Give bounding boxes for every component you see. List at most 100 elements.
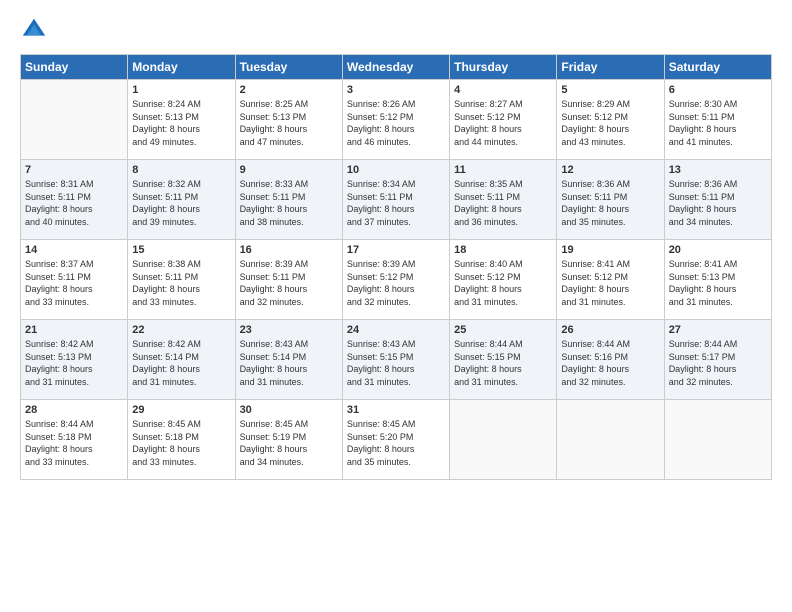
day-number: 6 [669, 84, 767, 96]
day-info: Sunrise: 8:35 AM Sunset: 5:11 PM Dayligh… [454, 178, 552, 228]
week-row-4: 21Sunrise: 8:42 AM Sunset: 5:13 PM Dayli… [21, 320, 772, 400]
day-info: Sunrise: 8:31 AM Sunset: 5:11 PM Dayligh… [25, 178, 123, 228]
day-number: 25 [454, 324, 552, 336]
calendar-cell: 25Sunrise: 8:44 AM Sunset: 5:15 PM Dayli… [450, 320, 557, 400]
calendar-cell: 19 Sunrise: 8:41 AM Sunset: 5:12 PM Dayli… [557, 240, 664, 320]
day-info: Sunrise: 8:44 AM Sunset: 5:17 PM Dayligh… [669, 338, 767, 388]
day-header-wednesday: Wednesday [342, 55, 449, 80]
day-info: Sunrise: 8:43 AM Sunset: 5:15 PM Dayligh… [347, 338, 445, 388]
calendar-cell: 28Sunrise: 8:44 AM Sunset: 5:18 PM Dayli… [21, 400, 128, 480]
calendar-cell: 27 Sunrise: 8:44 AM Sunset: 5:17 PM Dayli… [664, 320, 771, 400]
calendar-cell: 31 Sunrise: 8:45 AM Sunset: 5:20 PM Dayli… [342, 400, 449, 480]
day-number: 1 [132, 84, 230, 96]
calendar-cell: 17 Sunrise: 8:39 AM Sunset: 5:12 PM Dayli… [342, 240, 449, 320]
day-header-sunday: Sunday [21, 55, 128, 80]
calendar-cell: 4 Sunrise: 8:27 AM Sunset: 5:12 PM Daylig… [450, 80, 557, 160]
calendar-cell: 30 Sunrise: 8:45 AM Sunset: 5:19 PM Dayli… [235, 400, 342, 480]
day-number: 17 [347, 244, 445, 256]
day-info: Sunrise: 8:25 AM Sunset: 5:13 PM Dayligh… [240, 98, 338, 148]
day-info: Sunrise: 8:34 AM Sunset: 5:11 PM Dayligh… [347, 178, 445, 228]
day-info: Sunrise: 8:39 AM Sunset: 5:11 PM Dayligh… [240, 258, 338, 308]
day-info: Sunrise: 8:33 AM Sunset: 5:11 PM Dayligh… [240, 178, 338, 228]
calendar-cell [21, 80, 128, 160]
calendar-cell: 12Sunrise: 8:36 AM Sunset: 5:11 PM Dayli… [557, 160, 664, 240]
calendar-cell [450, 400, 557, 480]
calendar-cell: 14 Sunrise: 8:37 AM Sunset: 5:11 PM Dayli… [21, 240, 128, 320]
day-number: 4 [454, 84, 552, 96]
logo [20, 16, 52, 44]
day-number: 24 [347, 324, 445, 336]
day-info: Sunrise: 8:36 AM Sunset: 5:11 PM Dayligh… [669, 178, 767, 228]
day-info: Sunrise: 8:44 AM Sunset: 5:16 PM Dayligh… [561, 338, 659, 388]
day-info: Sunrise: 8:27 AM Sunset: 5:12 PM Dayligh… [454, 98, 552, 148]
calendar-cell: 8 Sunrise: 8:32 AM Sunset: 5:11 PM Daylig… [128, 160, 235, 240]
day-info: Sunrise: 8:39 AM Sunset: 5:12 PM Dayligh… [347, 258, 445, 308]
day-info: Sunrise: 8:42 AM Sunset: 5:13 PM Dayligh… [25, 338, 123, 388]
day-info: Sunrise: 8:26 AM Sunset: 5:12 PM Dayligh… [347, 98, 445, 148]
day-number: 8 [132, 164, 230, 176]
calendar-cell: 21Sunrise: 8:42 AM Sunset: 5:13 PM Dayli… [21, 320, 128, 400]
page: SundayMondayTuesdayWednesdayThursdayFrid… [0, 0, 792, 612]
day-info: Sunrise: 8:45 AM Sunset: 5:20 PM Dayligh… [347, 418, 445, 468]
day-info: Sunrise: 8:24 AM Sunset: 5:13 PM Dayligh… [132, 98, 230, 148]
week-row-2: 7 Sunrise: 8:31 AM Sunset: 5:11 PM Daylig… [21, 160, 772, 240]
calendar-cell: 18 Sunrise: 8:40 AM Sunset: 5:12 PM Dayli… [450, 240, 557, 320]
calendar-cell: 23 Sunrise: 8:43 AM Sunset: 5:14 PM Dayli… [235, 320, 342, 400]
day-number: 30 [240, 404, 338, 416]
calendar-cell: 7 Sunrise: 8:31 AM Sunset: 5:11 PM Daylig… [21, 160, 128, 240]
day-number: 11 [454, 164, 552, 176]
day-info: Sunrise: 8:44 AM Sunset: 5:18 PM Dayligh… [25, 418, 123, 468]
day-info: Sunrise: 8:41 AM Sunset: 5:12 PM Dayligh… [561, 258, 659, 308]
day-info: Sunrise: 8:30 AM Sunset: 5:11 PM Dayligh… [669, 98, 767, 148]
day-header-saturday: Saturday [664, 55, 771, 80]
calendar-cell: 3Sunrise: 8:26 AM Sunset: 5:12 PM Daylig… [342, 80, 449, 160]
day-header-thursday: Thursday [450, 55, 557, 80]
day-info: Sunrise: 8:41 AM Sunset: 5:13 PM Dayligh… [669, 258, 767, 308]
week-row-5: 28Sunrise: 8:44 AM Sunset: 5:18 PM Dayli… [21, 400, 772, 480]
day-number: 27 [669, 324, 767, 336]
calendar-cell: 24 Sunrise: 8:43 AM Sunset: 5:15 PM Dayli… [342, 320, 449, 400]
calendar-cell: 11 Sunrise: 8:35 AM Sunset: 5:11 PM Dayli… [450, 160, 557, 240]
day-number: 18 [454, 244, 552, 256]
calendar-cell: 1 Sunrise: 8:24 AM Sunset: 5:13 PM Daylig… [128, 80, 235, 160]
calendar-cell: 6 Sunrise: 8:30 AM Sunset: 5:11 PM Daylig… [664, 80, 771, 160]
day-number: 10 [347, 164, 445, 176]
day-number: 13 [669, 164, 767, 176]
calendar-cell: 9 Sunrise: 8:33 AM Sunset: 5:11 PM Daylig… [235, 160, 342, 240]
day-info: Sunrise: 8:29 AM Sunset: 5:12 PM Dayligh… [561, 98, 659, 148]
week-row-3: 14 Sunrise: 8:37 AM Sunset: 5:11 PM Dayli… [21, 240, 772, 320]
calendar-cell: 15 Sunrise: 8:38 AM Sunset: 5:11 PM Dayli… [128, 240, 235, 320]
day-number: 19 [561, 244, 659, 256]
day-number: 15 [132, 244, 230, 256]
day-info: Sunrise: 8:37 AM Sunset: 5:11 PM Dayligh… [25, 258, 123, 308]
day-header-friday: Friday [557, 55, 664, 80]
calendar-cell: 5 Sunrise: 8:29 AM Sunset: 5:12 PM Daylig… [557, 80, 664, 160]
calendar: SundayMondayTuesdayWednesdayThursdayFrid… [20, 54, 772, 480]
calendar-cell: 26Sunrise: 8:44 AM Sunset: 5:16 PM Dayli… [557, 320, 664, 400]
day-number: 16 [240, 244, 338, 256]
day-info: Sunrise: 8:42 AM Sunset: 5:14 PM Dayligh… [132, 338, 230, 388]
day-header-tuesday: Tuesday [235, 55, 342, 80]
calendar-cell: 20 Sunrise: 8:41 AM Sunset: 5:13 PM Dayli… [664, 240, 771, 320]
day-info: Sunrise: 8:45 AM Sunset: 5:19 PM Dayligh… [240, 418, 338, 468]
day-number: 20 [669, 244, 767, 256]
day-number: 12 [561, 164, 659, 176]
day-number: 14 [25, 244, 123, 256]
day-info: Sunrise: 8:32 AM Sunset: 5:11 PM Dayligh… [132, 178, 230, 228]
day-number: 29 [132, 404, 230, 416]
calendar-cell [557, 400, 664, 480]
day-number: 5 [561, 84, 659, 96]
day-number: 7 [25, 164, 123, 176]
day-number: 9 [240, 164, 338, 176]
calendar-cell: 22Sunrise: 8:42 AM Sunset: 5:14 PM Dayli… [128, 320, 235, 400]
day-info: Sunrise: 8:43 AM Sunset: 5:14 PM Dayligh… [240, 338, 338, 388]
day-info: Sunrise: 8:38 AM Sunset: 5:11 PM Dayligh… [132, 258, 230, 308]
calendar-cell: 2 Sunrise: 8:25 AM Sunset: 5:13 PM Daylig… [235, 80, 342, 160]
week-row-1: 1 Sunrise: 8:24 AM Sunset: 5:13 PM Daylig… [21, 80, 772, 160]
day-number: 31 [347, 404, 445, 416]
day-number: 23 [240, 324, 338, 336]
header [20, 16, 772, 44]
day-info: Sunrise: 8:40 AM Sunset: 5:12 PM Dayligh… [454, 258, 552, 308]
day-number: 2 [240, 84, 338, 96]
day-info: Sunrise: 8:45 AM Sunset: 5:18 PM Dayligh… [132, 418, 230, 468]
